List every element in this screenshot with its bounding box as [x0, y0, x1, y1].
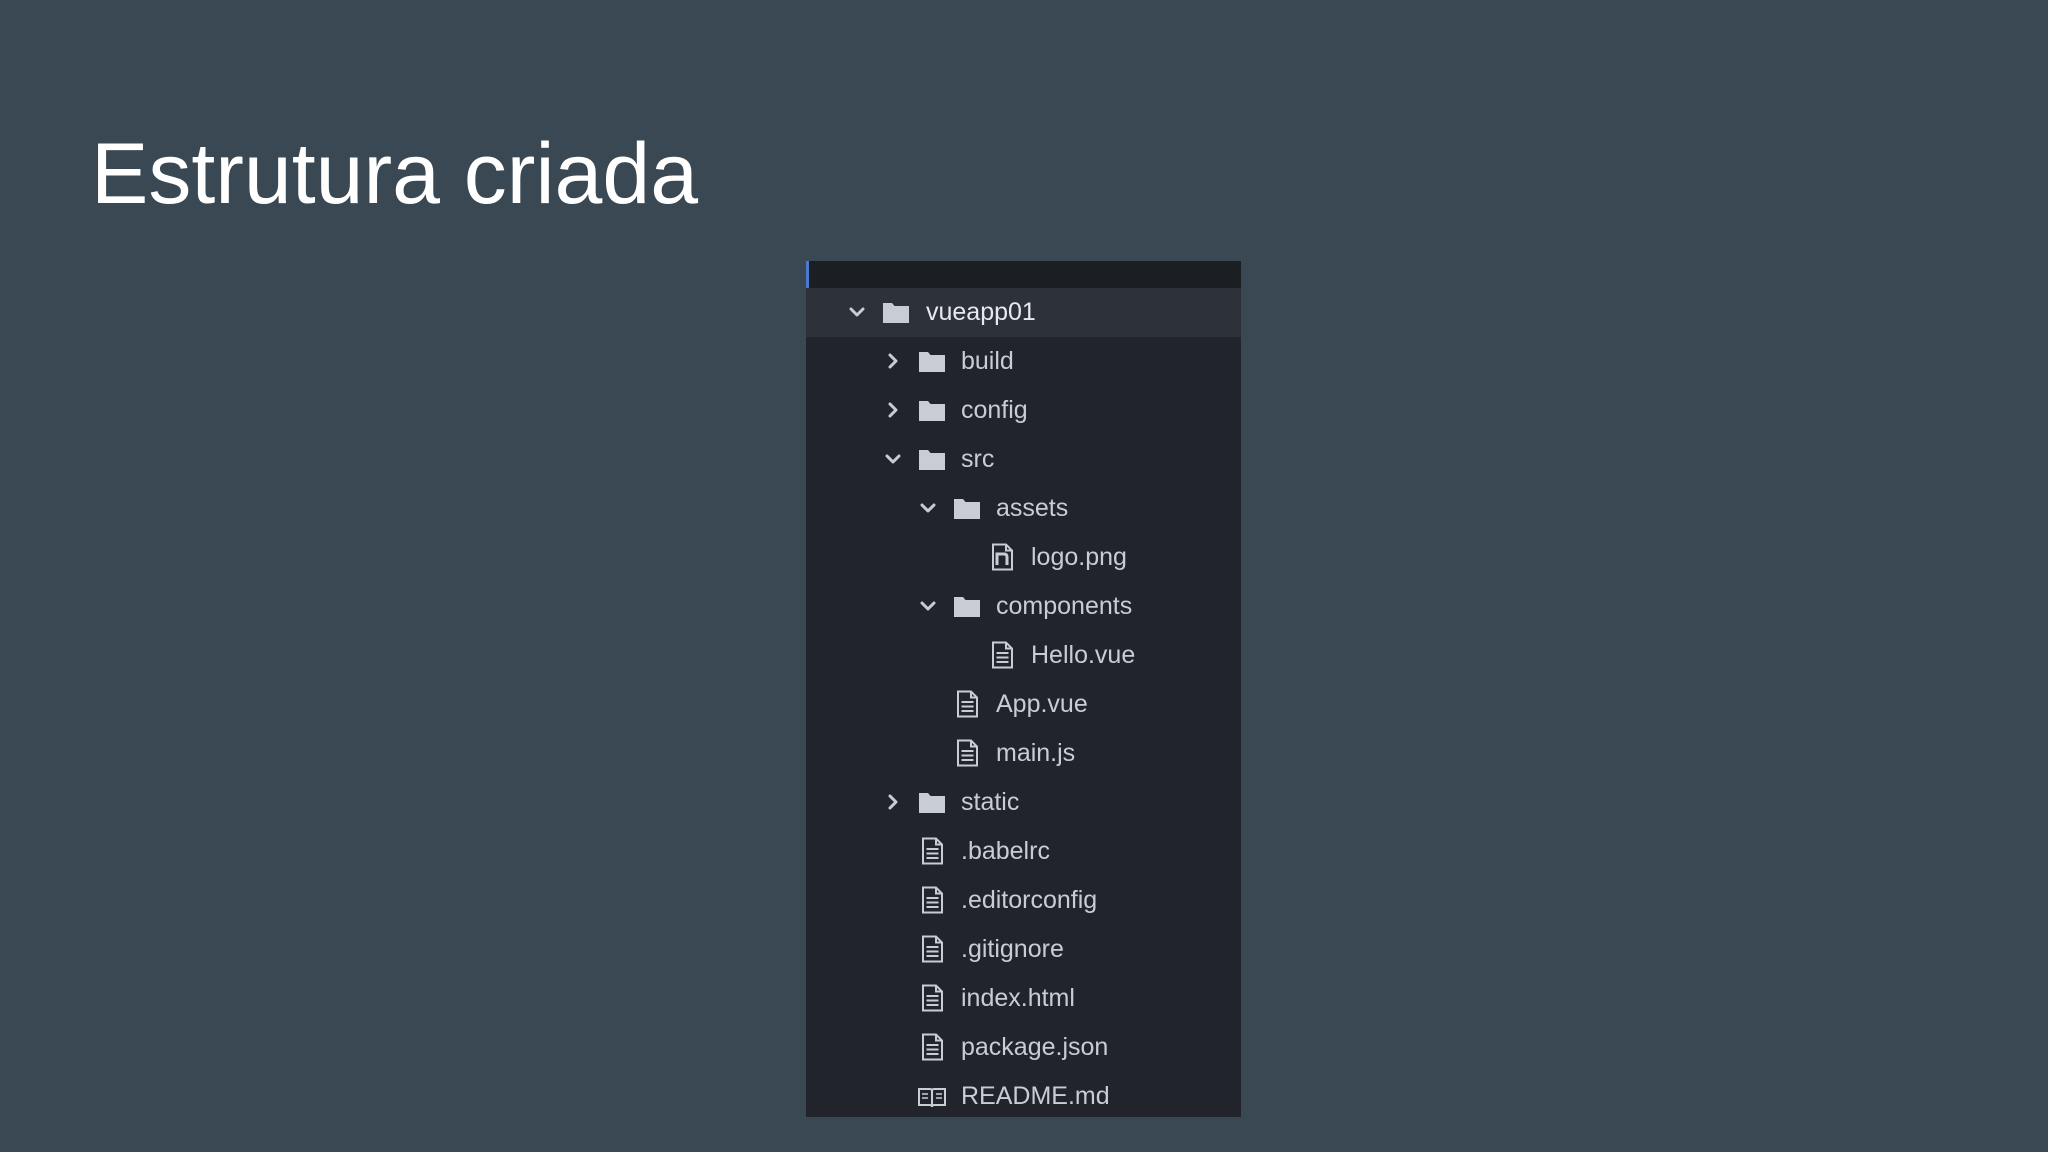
tree-item-label: App.vue — [996, 690, 1088, 718]
tree-item-gitignore[interactable]: .gitignore — [806, 925, 1241, 974]
tree-item-vueapp01[interactable]: vueapp01 — [806, 288, 1241, 337]
chevron-right-icon[interactable] — [882, 350, 904, 372]
file-icon — [917, 934, 947, 964]
file-icon — [917, 1032, 947, 1062]
tree-item-package-json[interactable]: package.json — [806, 1023, 1241, 1072]
file-icon — [952, 738, 982, 768]
file-icon — [987, 640, 1017, 670]
tree-item-src[interactable]: src — [806, 435, 1241, 484]
folder-icon — [881, 297, 911, 327]
tree-item-label: .babelrc — [961, 837, 1050, 865]
tree-item-babelrc[interactable]: .babelrc — [806, 827, 1241, 876]
tree-item-index-html[interactable]: index.html — [806, 974, 1241, 1023]
file-icon — [917, 983, 947, 1013]
file-icon — [917, 836, 947, 866]
folder-icon — [952, 591, 982, 621]
folder-icon — [917, 395, 947, 425]
tree-item-label: .editorconfig — [961, 886, 1098, 914]
tree-item-label: vueapp01 — [926, 298, 1036, 326]
folder-icon — [917, 346, 947, 376]
chevron-right-icon[interactable] — [882, 399, 904, 421]
tree-item-config[interactable]: config — [806, 386, 1241, 435]
tree-item-label: package.json — [961, 1033, 1109, 1061]
tree-item-label: static — [961, 788, 1020, 816]
tree-header-strip — [806, 261, 1241, 288]
file-icon — [952, 689, 982, 719]
tree-item-label: assets — [996, 494, 1069, 522]
tree-item-app-vue[interactable]: App.vue — [806, 680, 1241, 729]
tree-item-assets[interactable]: assets — [806, 484, 1241, 533]
folder-icon — [917, 444, 947, 474]
book-icon — [917, 1081, 947, 1111]
tree-item-static[interactable]: static — [806, 778, 1241, 827]
folder-icon — [917, 787, 947, 817]
image-file-icon — [987, 542, 1017, 572]
tree-item-editorconfig[interactable]: .editorconfig — [806, 876, 1241, 925]
tree-item-label: .gitignore — [961, 935, 1064, 963]
slide-title: Estrutura criada — [91, 126, 699, 222]
tree-item-label: logo.png — [1031, 543, 1127, 571]
chevron-down-icon[interactable] — [917, 595, 939, 617]
tree-item-components[interactable]: components — [806, 582, 1241, 631]
tree-item-label: src — [961, 445, 995, 473]
tree-item-readme-md[interactable]: README.md — [806, 1072, 1241, 1117]
tree-item-logo-png[interactable]: logo.png — [806, 533, 1241, 582]
chevron-down-icon[interactable] — [882, 448, 904, 470]
tree-item-build[interactable]: build — [806, 337, 1241, 386]
tree-item-label: README.md — [961, 1082, 1110, 1110]
file-tree-panel: vueapp01 build config src assets logo.pn… — [806, 261, 1241, 1117]
chevron-down-icon[interactable] — [917, 497, 939, 519]
chevron-right-icon[interactable] — [882, 791, 904, 813]
tree-item-label: components — [996, 592, 1133, 620]
tree-item-label: main.js — [996, 739, 1076, 767]
file-icon — [917, 885, 947, 915]
tree-item-label: index.html — [961, 984, 1075, 1012]
tree-item-label: config — [961, 396, 1028, 424]
tree-item-label: Hello.vue — [1031, 641, 1136, 669]
chevron-down-icon[interactable] — [846, 301, 868, 323]
tree-item-main-js[interactable]: main.js — [806, 729, 1241, 778]
folder-icon — [952, 493, 982, 523]
tree-item-label: build — [961, 347, 1014, 375]
file-tree: vueapp01 build config src assets logo.pn… — [806, 288, 1241, 1117]
focus-indicator — [806, 261, 809, 288]
tree-item-hello-vue[interactable]: Hello.vue — [806, 631, 1241, 680]
